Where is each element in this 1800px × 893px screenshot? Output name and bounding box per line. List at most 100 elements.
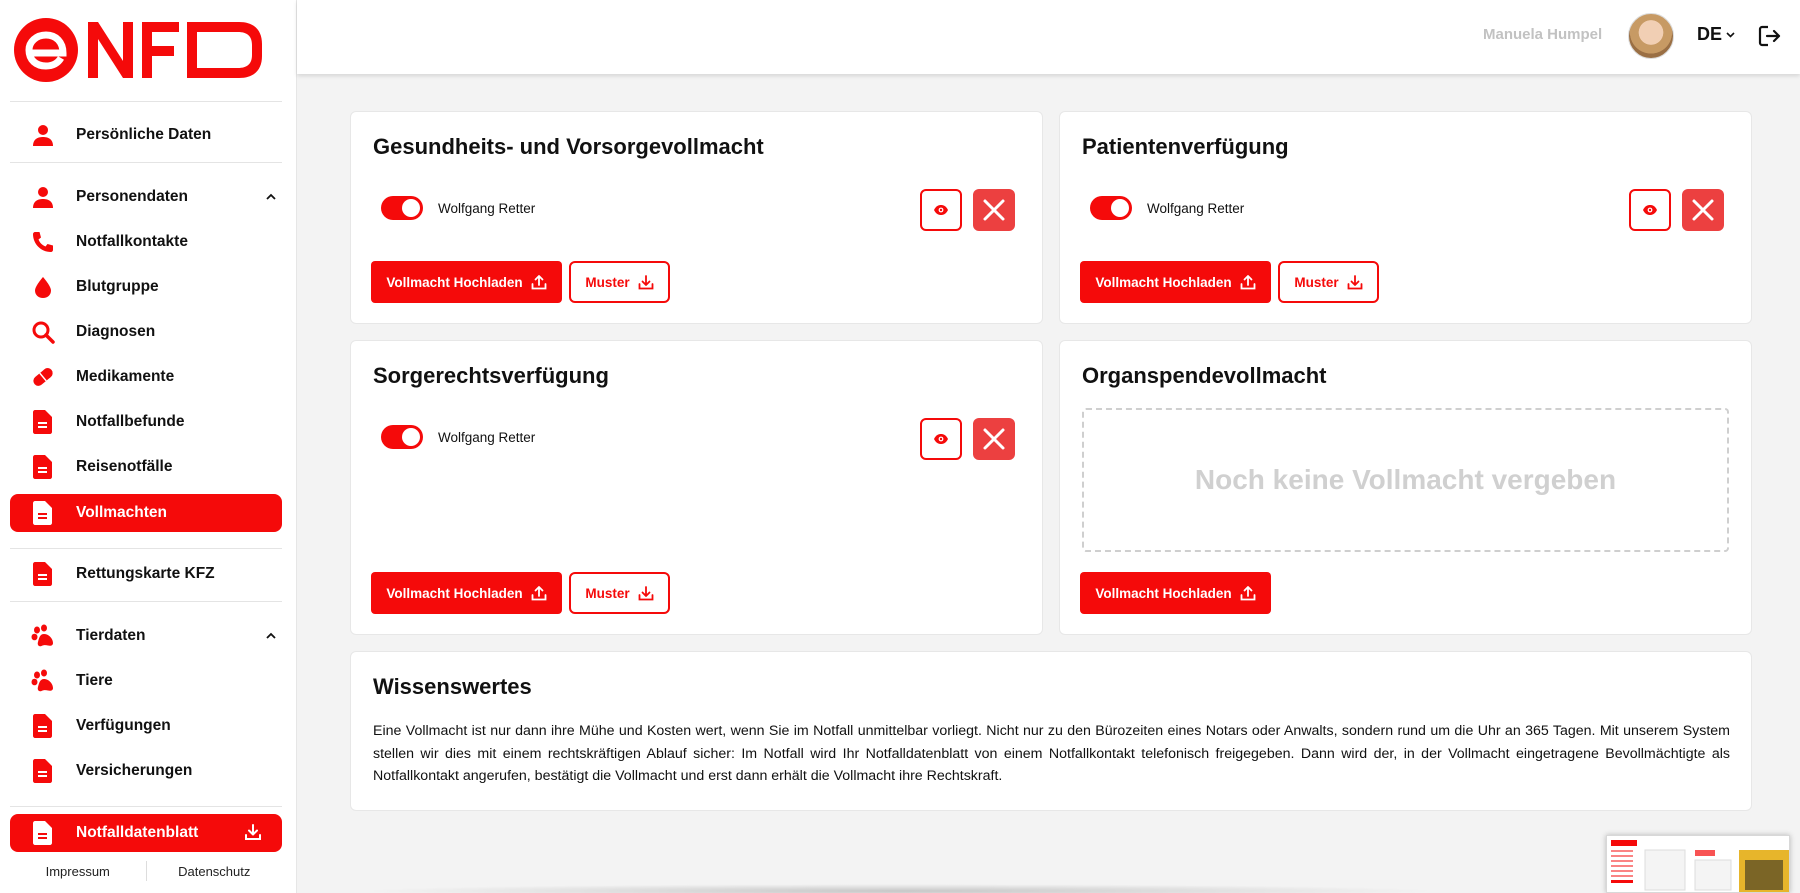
sidebar-item-personendaten[interactable]: Personendaten: [10, 178, 282, 216]
sidebar-item-notfallkontakte[interactable]: Notfallkontakte: [10, 223, 282, 261]
sidebar-item-rettungskarte-kfz[interactable]: Rettungskarte KFZ: [10, 555, 282, 593]
divider: [10, 806, 282, 807]
sidebar-item-vollmachten[interactable]: Vollmachten: [10, 494, 282, 532]
phone-icon: [30, 229, 56, 255]
card-title: Sorgerechtsverfügung: [373, 363, 609, 388]
person-toggle[interactable]: [1090, 196, 1132, 220]
sidebar-item-label: Medikamente: [76, 368, 175, 385]
avatar[interactable]: [1628, 13, 1674, 59]
upload-icon: [1240, 586, 1256, 601]
person-toggle[interactable]: [381, 196, 423, 220]
view-button[interactable]: [920, 189, 962, 231]
card-title: Patientenverfügung: [1082, 134, 1289, 159]
authorized-person-row: Wolfgang Retter: [381, 196, 535, 220]
sidebar-item-label: Versicherungen: [76, 762, 193, 779]
close-icon: [983, 428, 1005, 450]
sidebar-item-label: Tiere: [76, 672, 113, 689]
document-preview-thumbnail[interactable]: [1606, 835, 1790, 893]
person-name: Wolfgang Retter: [438, 200, 536, 216]
button-label: Muster: [585, 585, 630, 601]
upload-vollmacht-button[interactable]: Vollmacht Hochladen: [371, 261, 562, 303]
chevron-up-icon[interactable]: [264, 629, 278, 643]
eye-icon: [934, 205, 948, 215]
muster-download-button[interactable]: Muster: [1278, 261, 1379, 303]
page-shadow: [360, 884, 1440, 893]
eye-icon: [1643, 205, 1657, 215]
authorized-person-row: Wolfgang Retter: [381, 425, 535, 449]
divider: [10, 162, 282, 163]
preview-image: [1607, 836, 1789, 892]
sidebar-item-notfalldatenblatt[interactable]: Notfalldatenblatt: [10, 814, 282, 852]
upload-vollmacht-button[interactable]: Vollmacht Hochladen: [1080, 572, 1271, 614]
impressum-link[interactable]: Impressum: [10, 864, 146, 879]
person-icon: [30, 184, 56, 210]
upload-vollmacht-button[interactable]: Vollmacht Hochladen: [371, 572, 562, 614]
remove-button[interactable]: [973, 418, 1015, 460]
person-name: Wolfgang Retter: [1147, 200, 1245, 216]
divider: [10, 548, 282, 549]
card-title: Organspendevollmacht: [1082, 363, 1327, 388]
document-icon: [30, 713, 56, 739]
upload-icon: [1240, 275, 1256, 290]
card-title: Wissenswertes: [373, 674, 532, 699]
logout-icon[interactable]: [1758, 24, 1782, 48]
close-icon: [983, 199, 1005, 221]
document-icon: [30, 409, 56, 435]
blood-drop-icon: [30, 274, 56, 300]
document-icon: [30, 561, 56, 587]
download-icon: [638, 586, 654, 601]
document-icon: [30, 758, 56, 784]
enfd-logo[interactable]: [14, 18, 276, 82]
chevron-up-icon[interactable]: [264, 190, 278, 204]
user-name: Manuela Humpel: [1483, 26, 1603, 43]
card-organspendevollmacht: Organspendevollmacht Noch keine Vollmach…: [1059, 340, 1752, 635]
button-label: Vollmacht Hochladen: [386, 585, 523, 601]
button-label: Muster: [1294, 274, 1339, 290]
muster-download-button[interactable]: Muster: [569, 261, 670, 303]
eye-icon: [934, 434, 948, 444]
document-icon: [30, 820, 56, 846]
sidebar-item-medikamente[interactable]: Medikamente: [10, 358, 282, 396]
upload-icon: [531, 275, 547, 290]
remove-button[interactable]: [973, 189, 1015, 231]
document-icon: [30, 500, 56, 526]
sidebar-item-versicherungen[interactable]: Versicherungen: [10, 752, 282, 790]
sidebar-item-blutgruppe[interactable]: Blutgruppe: [10, 268, 282, 306]
sidebar-item-label: Verfügungen: [76, 717, 171, 734]
paw-icon: [30, 668, 56, 694]
datenschutz-link[interactable]: Datenschutz: [147, 864, 283, 879]
button-label: Vollmacht Hochladen: [1095, 585, 1232, 601]
card-sorgerechtsverfuegung: Sorgerechtsverfügung Wolfgang Retter Vol…: [350, 340, 1043, 635]
card-wissenswertes: Wissenswertes Eine Vollmacht ist nur dan…: [350, 651, 1752, 811]
person-icon: [30, 122, 56, 148]
language-select[interactable]: DE: [1697, 24, 1736, 45]
card-gesundheitsvollmacht: Gesundheits- und Vorsorgevollmacht Wolfg…: [350, 111, 1043, 324]
upload-vollmacht-button[interactable]: Vollmacht Hochladen: [1080, 261, 1271, 303]
card-title: Gesundheits- und Vorsorgevollmacht: [373, 134, 764, 159]
sidebar-item-persoenliche-daten[interactable]: Persönliche Daten: [10, 116, 282, 154]
language-value: DE: [1697, 24, 1723, 44]
view-button[interactable]: [920, 418, 962, 460]
close-icon: [1692, 199, 1714, 221]
sidebar-footer: Impressum Datenschutz: [10, 858, 282, 884]
sidebar: Persönliche Daten Personendaten Notfallk…: [0, 0, 297, 893]
button-label: Vollmacht Hochladen: [386, 274, 523, 290]
sidebar-item-diagnosen[interactable]: Diagnosen: [10, 313, 282, 351]
sidebar-item-tiere[interactable]: Tiere: [10, 662, 282, 700]
sidebar-item-label: Vollmachten: [76, 504, 168, 521]
person-toggle[interactable]: [381, 425, 423, 449]
sidebar-item-verfuegungen[interactable]: Verfügungen: [10, 707, 282, 745]
divider: [10, 101, 282, 102]
download-icon: [638, 275, 654, 290]
sidebar-item-tierdaten[interactable]: Tierdaten: [10, 617, 282, 655]
view-button[interactable]: [1629, 189, 1671, 231]
sidebar-item-notfallbefunde[interactable]: Notfallbefunde: [10, 403, 282, 441]
sidebar-item-label: Diagnosen: [76, 323, 156, 340]
pill-icon: [30, 364, 56, 390]
divider: [10, 601, 282, 602]
button-label: Vollmacht Hochladen: [1095, 274, 1232, 290]
remove-button[interactable]: [1682, 189, 1724, 231]
sidebar-item-reisenotfaelle[interactable]: Reisenotfälle: [10, 448, 282, 486]
download-icon[interactable]: [244, 823, 262, 841]
muster-download-button[interactable]: Muster: [569, 572, 670, 614]
